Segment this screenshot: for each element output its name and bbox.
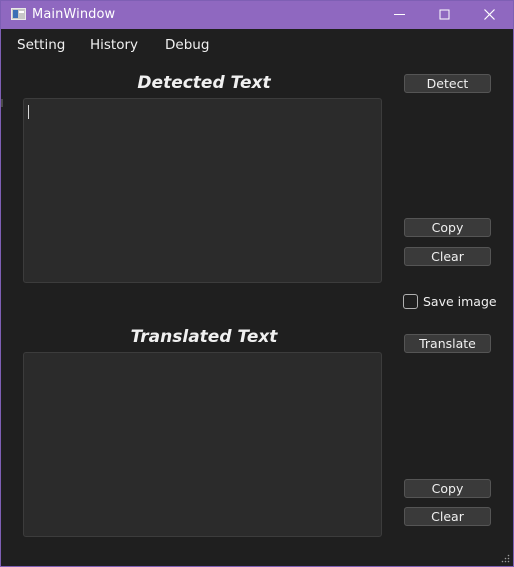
menu-setting[interactable]: Setting [17,37,65,53]
detected-text-heading: Detected Text [137,73,271,93]
menu-history[interactable]: History [90,37,138,53]
clear-detected-button[interactable]: Clear [404,247,491,266]
window-title: MainWindow [32,7,116,22]
save-image-checkbox[interactable] [403,294,418,309]
main-window: MainWindow Setting History Debug Detecte… [0,0,514,567]
menu-debug[interactable]: Debug [165,37,209,53]
translate-button[interactable]: Translate [404,334,491,353]
app-icon [11,8,26,20]
close-icon [484,9,495,20]
resize-grip-icon[interactable] [501,554,510,563]
menu-bar: Setting History Debug [1,30,513,60]
minimize-button[interactable] [377,1,423,29]
translated-text-area[interactable] [23,352,382,537]
detected-text-area[interactable] [23,98,382,283]
detect-button[interactable]: Detect [404,74,491,93]
window-edge-mark [1,99,3,107]
copy-detected-button[interactable]: Copy [404,218,491,237]
maximize-button[interactable] [422,1,468,29]
clear-translated-button[interactable]: Clear [404,507,491,526]
translated-text-heading: Translated Text [130,327,278,347]
title-bar[interactable]: MainWindow [1,1,513,29]
copy-translated-button[interactable]: Copy [404,479,491,498]
save-image-label[interactable]: Save image [423,294,497,310]
minimize-icon [394,14,405,15]
close-button[interactable] [467,1,513,29]
text-caret [28,105,29,119]
maximize-icon [439,9,450,20]
